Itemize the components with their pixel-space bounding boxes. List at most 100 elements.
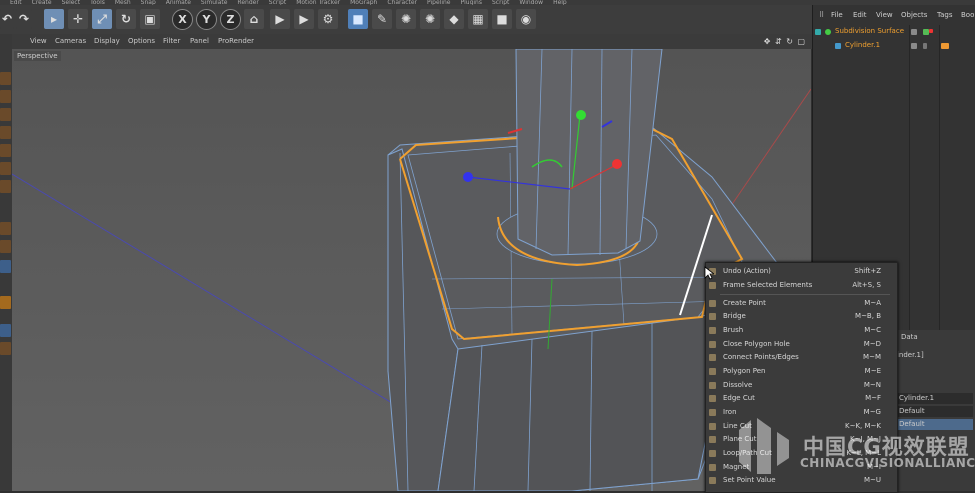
tweak-mode-icon[interactable] [0, 240, 11, 253]
enabled-check-icon[interactable] [923, 43, 927, 49]
render-picture-viewer-icon[interactable]: ▶ [294, 9, 314, 29]
phong-tag-icon[interactable] [929, 29, 933, 33]
obj-menu-objects[interactable]: Objects [901, 11, 927, 19]
phong-tag-icon[interactable] [941, 43, 949, 49]
viewport-menu-prorender[interactable]: ProRender [218, 37, 254, 45]
attr-object-title: linder.1] [895, 351, 924, 359]
axis-y-button[interactable]: Y [196, 9, 217, 30]
points-mode-icon[interactable] [0, 126, 11, 139]
object-name[interactable]: Cylinder.1 [845, 41, 880, 49]
bridge-icon [709, 313, 716, 320]
menu-item-undo[interactable]: Undo (Action) Shift+Z [706, 265, 897, 278]
column-divider [909, 25, 910, 335]
menu-item-polygon-pen[interactable]: Polygon Pen M~E [706, 365, 897, 378]
watermark-english-text: CHINACGVISIONALLIANCE [800, 456, 975, 470]
deformer-icon[interactable]: ◆ [444, 9, 464, 29]
camera-icon[interactable]: ■ [492, 9, 512, 29]
workplane-icon[interactable] [0, 108, 11, 121]
line-cut-icon [709, 423, 716, 430]
polygon-pen-icon [709, 368, 716, 375]
snap-icon[interactable] [0, 260, 11, 273]
object-row-cylinder[interactable]: Cylinder.1 [813, 40, 975, 52]
object-name[interactable]: Subdivision Surface [835, 27, 904, 35]
visibility-toggle[interactable] [911, 43, 917, 49]
object-manager-menu: ⠿ File Edit View Objects Tags Boo [813, 11, 975, 23]
menu-item-dissolve[interactable]: Dissolve M~N [706, 379, 897, 392]
viewport-menu-options[interactable]: Options [128, 37, 155, 45]
rotate-icon[interactable]: ↻ [116, 9, 136, 29]
obj-menu-file[interactable]: File [831, 11, 843, 19]
visibility-toggle[interactable] [911, 29, 917, 35]
polygons-mode-icon[interactable] [0, 162, 11, 175]
pen-icon[interactable]: ✎ [372, 9, 392, 29]
viewport-nav-icons[interactable]: ✥ ⇵ ↻ ▢ [764, 37, 806, 46]
set-point-icon [709, 477, 716, 484]
create-point-icon [709, 300, 716, 307]
obj-menu-bookmarks[interactable]: Boo [961, 11, 974, 19]
axis-mode-icon[interactable] [0, 222, 11, 235]
attr-display-field[interactable]: Default [897, 419, 973, 430]
grid-icon[interactable] [0, 342, 11, 355]
undo-icon[interactable]: ↶ [0, 9, 14, 29]
attr-name-field[interactable]: Cylinder.1 [897, 393, 973, 404]
watermark-logo-icon [739, 418, 789, 474]
recent-tool-icon[interactable]: ▣ [140, 9, 160, 29]
floor-icon[interactable]: ▦ [468, 9, 488, 29]
edges-mode-icon[interactable] [0, 144, 11, 157]
frame-icon [709, 282, 716, 289]
redo-icon[interactable]: ↷ [16, 9, 32, 29]
menu-item-edge-cut[interactable]: Edge Cut M~F [706, 392, 897, 405]
subdivision-icon [825, 29, 831, 35]
render-view-icon[interactable]: ▶ [270, 9, 290, 29]
axis-x-button[interactable]: X [172, 9, 193, 30]
plane-cut-icon [709, 436, 716, 443]
model-mode-icon[interactable] [0, 72, 11, 85]
expand-icon[interactable] [815, 29, 821, 35]
cube-icon[interactable]: ■ [348, 9, 368, 29]
obj-menu-tags[interactable]: Tags [937, 11, 953, 19]
obj-menu-edit[interactable]: Edit [853, 11, 867, 19]
viewport-menu-filter[interactable]: Filter [163, 37, 180, 45]
cylinder-icon [835, 43, 841, 49]
lock-icon[interactable] [0, 324, 11, 337]
iron-icon [709, 409, 716, 416]
magnet-icon [709, 464, 716, 471]
menu-separator [720, 294, 890, 295]
soft-selection-icon[interactable] [0, 296, 11, 309]
perspective-viewport[interactable]: Perspective [12, 49, 811, 491]
menu-item-connect-points-edges[interactable]: Connect Points/Edges M~M [706, 351, 897, 364]
attr-layer-field[interactable]: Default [897, 406, 973, 417]
viewport-menu-display[interactable]: Display [94, 37, 120, 45]
uv-mode-icon[interactable] [0, 180, 11, 193]
scale-icon[interactable]: ⤢ [92, 9, 112, 29]
loop-cut-icon [709, 450, 716, 457]
viewport-menu-cameras[interactable]: Cameras [55, 37, 86, 45]
viewport-menubar: View Cameras Display Options Filter Pane… [12, 34, 812, 49]
menu-item-close-polygon-hole[interactable]: Close Polygon Hole M~D [706, 338, 897, 351]
live-selection-icon[interactable]: ▸ [44, 9, 64, 29]
render-settings-icon[interactable]: ⚙ [318, 9, 338, 29]
object-row-subdivision-surface[interactable]: Subdivision Surface [813, 26, 975, 38]
obj-menu-view[interactable]: View [876, 11, 893, 19]
main-toolbar: ↶ ↷ ▸ ✛ ⤢ ↻ ▣ X Y Z ⌂ ▶ ▶ ⚙ ■ ✎ ✺ ✺ ◆ ▦ … [0, 5, 812, 35]
edge-cut-icon [709, 395, 716, 402]
obj-menu-icon[interactable]: ⠿ [819, 11, 824, 19]
column-divider [939, 25, 940, 335]
viewport-menu-view[interactable]: View [30, 37, 47, 45]
viewport-menu-panel[interactable]: Panel [190, 37, 209, 45]
close-hole-icon [709, 341, 716, 348]
attr-tab-data[interactable]: Data [901, 333, 918, 341]
brush-icon [709, 327, 716, 334]
menu-item-bridge[interactable]: Bridge M~B, B [706, 310, 897, 323]
texture-mode-icon[interactable] [0, 90, 11, 103]
move-icon[interactable]: ✛ [68, 9, 88, 29]
light-icon[interactable]: ◉ [516, 9, 536, 29]
menu-item-create-point[interactable]: Create Point M~A [706, 297, 897, 310]
coordinate-system-icon[interactable]: ⌂ [244, 9, 264, 29]
menu-item-brush[interactable]: Brush M~C [706, 324, 897, 337]
menu-item-frame-selected[interactable]: Frame Selected Elements Alt+S, S [706, 279, 897, 292]
array-icon[interactable]: ✺ [420, 9, 440, 29]
subdivision-icon[interactable]: ✺ [396, 9, 416, 29]
axis-z-button[interactable]: Z [220, 9, 241, 30]
dissolve-icon [709, 382, 716, 389]
